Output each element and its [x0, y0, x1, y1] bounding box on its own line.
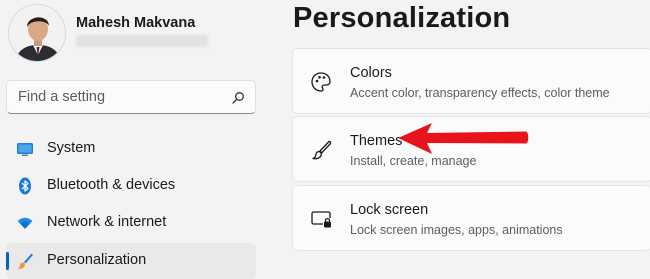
search-box[interactable]: Find a setting [6, 80, 256, 114]
avatar[interactable] [8, 4, 66, 62]
monitor-icon [17, 143, 33, 156]
lock-screen-icon [311, 211, 331, 228]
palette-icon [311, 72, 331, 92]
selected-indicator [6, 252, 9, 270]
user-email-redacted [76, 35, 208, 47]
sidebar-item-label: System [47, 140, 96, 156]
sidebar-item-label: Network & internet [47, 214, 167, 230]
user-name: Mahesh Makvana [76, 15, 196, 31]
sidebar-item-system[interactable]: System [6, 131, 256, 167]
bluetooth-icon [19, 177, 31, 195]
sidebar-item-label: Bluetooth & devices [47, 177, 176, 193]
card-subtitle: Lock screen images, apps, animations [350, 223, 563, 237]
card-subtitle: Accent color, transparency effects, colo… [350, 86, 610, 100]
wifi-icon [17, 217, 33, 229]
card-lock-screen[interactable]: Lock screen Lock screen images, apps, an… [292, 185, 650, 251]
card-title: Themes [350, 133, 403, 149]
annotation-arrow-icon [398, 123, 529, 154]
card-title: Colors [350, 65, 392, 81]
search-icon[interactable] [231, 91, 245, 105]
brush-icon [312, 140, 332, 160]
sidebar-item-bluetooth[interactable]: Bluetooth & devices [6, 168, 256, 204]
sidebar-item-network[interactable]: Network & internet [6, 205, 256, 241]
brush-icon [17, 253, 33, 269]
card-colors[interactable]: Colors Accent color, transparency effect… [292, 48, 650, 114]
search-input[interactable]: Find a setting [18, 89, 105, 105]
page-title: Personalization [293, 2, 511, 34]
card-title: Lock screen [350, 202, 429, 218]
sidebar-item-label: Personalization [47, 252, 147, 268]
